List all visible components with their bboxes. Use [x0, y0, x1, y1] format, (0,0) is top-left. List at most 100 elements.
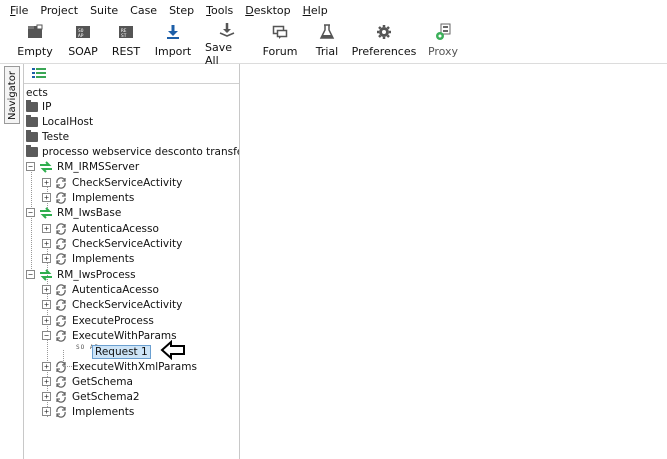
project-localhost[interactable]: LocalHost	[26, 114, 93, 129]
operation-row[interactable]: + CheckServiceActivity	[42, 236, 182, 251]
interface-label: RM_IwsProcess	[57, 268, 136, 281]
interface-rm-iwsbase[interactable]: − RM_IwsBase	[26, 205, 121, 220]
navigator-panel: ects IP LocalHost Teste processo webserv…	[23, 64, 240, 459]
empty-project-button[interactable]: Empty	[17, 22, 53, 62]
navigator-tab[interactable]: Navigator	[4, 66, 20, 124]
interface-icon	[40, 160, 52, 173]
menu-suite[interactable]: Suite	[84, 4, 124, 17]
folder-icon	[26, 99, 38, 112]
expand-icon[interactable]: +	[42, 178, 51, 187]
menu-bar: File Project Suite Case Step Tools Deskt…	[0, 0, 667, 20]
operation-label: CheckServiceActivity	[72, 298, 183, 311]
project-teste[interactable]: Teste	[26, 129, 69, 144]
tree-connector	[31, 167, 32, 279]
rest-project-button[interactable]: RE ST REST	[111, 22, 141, 62]
expand-icon[interactable]: +	[42, 392, 51, 401]
expand-icon[interactable]: +	[42, 193, 51, 202]
operation-label: ExecuteWithXmlParams	[72, 360, 197, 373]
expand-icon[interactable]: +	[42, 285, 51, 294]
svg-text:AP: AP	[78, 33, 84, 39]
expand-icon[interactable]: +	[42, 316, 51, 325]
operation-row-executewithparams[interactable]: − ExecuteWithParams	[42, 328, 177, 343]
operation-label: AutenticaAcesso	[72, 222, 159, 235]
project-ip[interactable]: IP	[26, 99, 51, 114]
operation-icon	[56, 360, 66, 373]
menu-desktop[interactable]: Desktop	[239, 4, 296, 17]
project-label: LocalHost	[42, 115, 94, 128]
expand-icon[interactable]: +	[42, 254, 51, 263]
operation-row[interactable]: + Implements	[42, 251, 134, 266]
operation-icon	[56, 314, 66, 327]
operation-row[interactable]: + GetSchema2	[42, 389, 140, 404]
save-all-button[interactable]: Save All	[205, 22, 249, 67]
request-row[interactable]: SO AP Request 1	[76, 343, 151, 360]
soap-project-button[interactable]: SO AP SOAP	[66, 22, 100, 62]
operation-row[interactable]: + Implements	[42, 404, 134, 419]
operation-row[interactable]: + AutenticaAcesso	[42, 282, 159, 297]
menu-help[interactable]: Help	[297, 4, 334, 17]
preferences-button[interactable]: Preferences	[352, 22, 416, 62]
operation-row[interactable]: + GetSchema	[42, 374, 133, 389]
menu-file[interactable]: File	[4, 4, 34, 17]
operation-row[interactable]: + CheckServiceActivity	[42, 297, 182, 312]
operation-icon	[56, 237, 66, 250]
tree-root-label: ects	[26, 86, 48, 99]
proxy-button[interactable]: Proxy	[428, 22, 458, 62]
tree-root[interactable]: ects	[26, 85, 48, 100]
expand-icon[interactable]: +	[42, 300, 51, 309]
expand-icon[interactable]: +	[42, 362, 51, 371]
operation-label: AutenticaAcesso	[72, 283, 159, 296]
folder-icon	[26, 129, 38, 142]
gear-icon	[374, 22, 394, 42]
import-button[interactable]: Import	[154, 22, 192, 62]
interface-icon	[40, 206, 52, 219]
operation-icon	[56, 298, 66, 311]
interface-rm-irmsserver[interactable]: − RM_IRMSServer	[26, 159, 139, 174]
import-label: Import	[154, 45, 192, 58]
collapse-icon[interactable]: −	[26, 270, 35, 279]
operation-row[interactable]: + ExecuteProcess	[42, 313, 154, 328]
rest-project-icon: RE ST	[116, 22, 136, 42]
operation-icon	[56, 390, 66, 403]
menu-project[interactable]: Project	[34, 4, 84, 17]
trial-button[interactable]: Trial	[314, 22, 340, 62]
menu-case[interactable]: Case	[124, 4, 163, 17]
project-processo-webservice[interactable]: processo webservice desconto transferenc…	[26, 144, 239, 159]
collapse-icon[interactable]: −	[26, 162, 35, 171]
expand-icon[interactable]: +	[42, 224, 51, 233]
proxy-icon	[433, 22, 453, 42]
operation-row[interactable]: + CheckServiceActivity	[42, 175, 182, 190]
operation-row[interactable]: + Implements	[42, 190, 134, 205]
operation-row[interactable]: + ExecuteWithXmlParams	[42, 359, 197, 374]
empty-label: Empty	[17, 45, 53, 58]
expand-icon[interactable]: +	[42, 239, 51, 248]
project-label: processo webservice desconto transferenc…	[42, 145, 239, 158]
operation-label: CheckServiceActivity	[72, 176, 183, 189]
project-label: Teste	[42, 130, 70, 143]
forum-label: Forum	[262, 45, 298, 58]
soap-label: SOAP	[68, 45, 98, 58]
svg-text:ST: ST	[121, 33, 127, 39]
operation-label: CheckServiceActivity	[72, 237, 183, 250]
collapse-icon[interactable]: −	[42, 331, 51, 340]
operation-label: GetSchema2	[72, 390, 140, 403]
interface-label: RM_IwsBase	[57, 206, 122, 219]
interface-rm-iwsprocess[interactable]: − RM_IwsProcess	[26, 267, 136, 282]
proxy-label: Proxy	[427, 45, 459, 58]
left-arrow-icon	[160, 340, 185, 360]
menu-step[interactable]: Step	[163, 4, 200, 17]
expand-icon[interactable]: +	[42, 377, 51, 386]
expand-icon[interactable]: +	[42, 407, 51, 416]
forum-button[interactable]: Forum	[263, 22, 297, 62]
operation-label: GetSchema	[72, 375, 133, 388]
operation-row[interactable]: + AutenticaAcesso	[42, 221, 159, 236]
request-label[interactable]: Request 1	[92, 344, 151, 359]
project-label: IP	[42, 100, 52, 113]
menu-tools[interactable]: Tools	[200, 4, 239, 17]
navigator-tab-label: Navigator	[6, 70, 18, 120]
interface-icon	[40, 268, 52, 281]
collapse-icon[interactable]: −	[26, 208, 35, 217]
soap-request-icon: SO AP	[76, 344, 100, 351]
operation-icon	[56, 329, 66, 342]
list-view-icon[interactable]	[32, 68, 46, 81]
